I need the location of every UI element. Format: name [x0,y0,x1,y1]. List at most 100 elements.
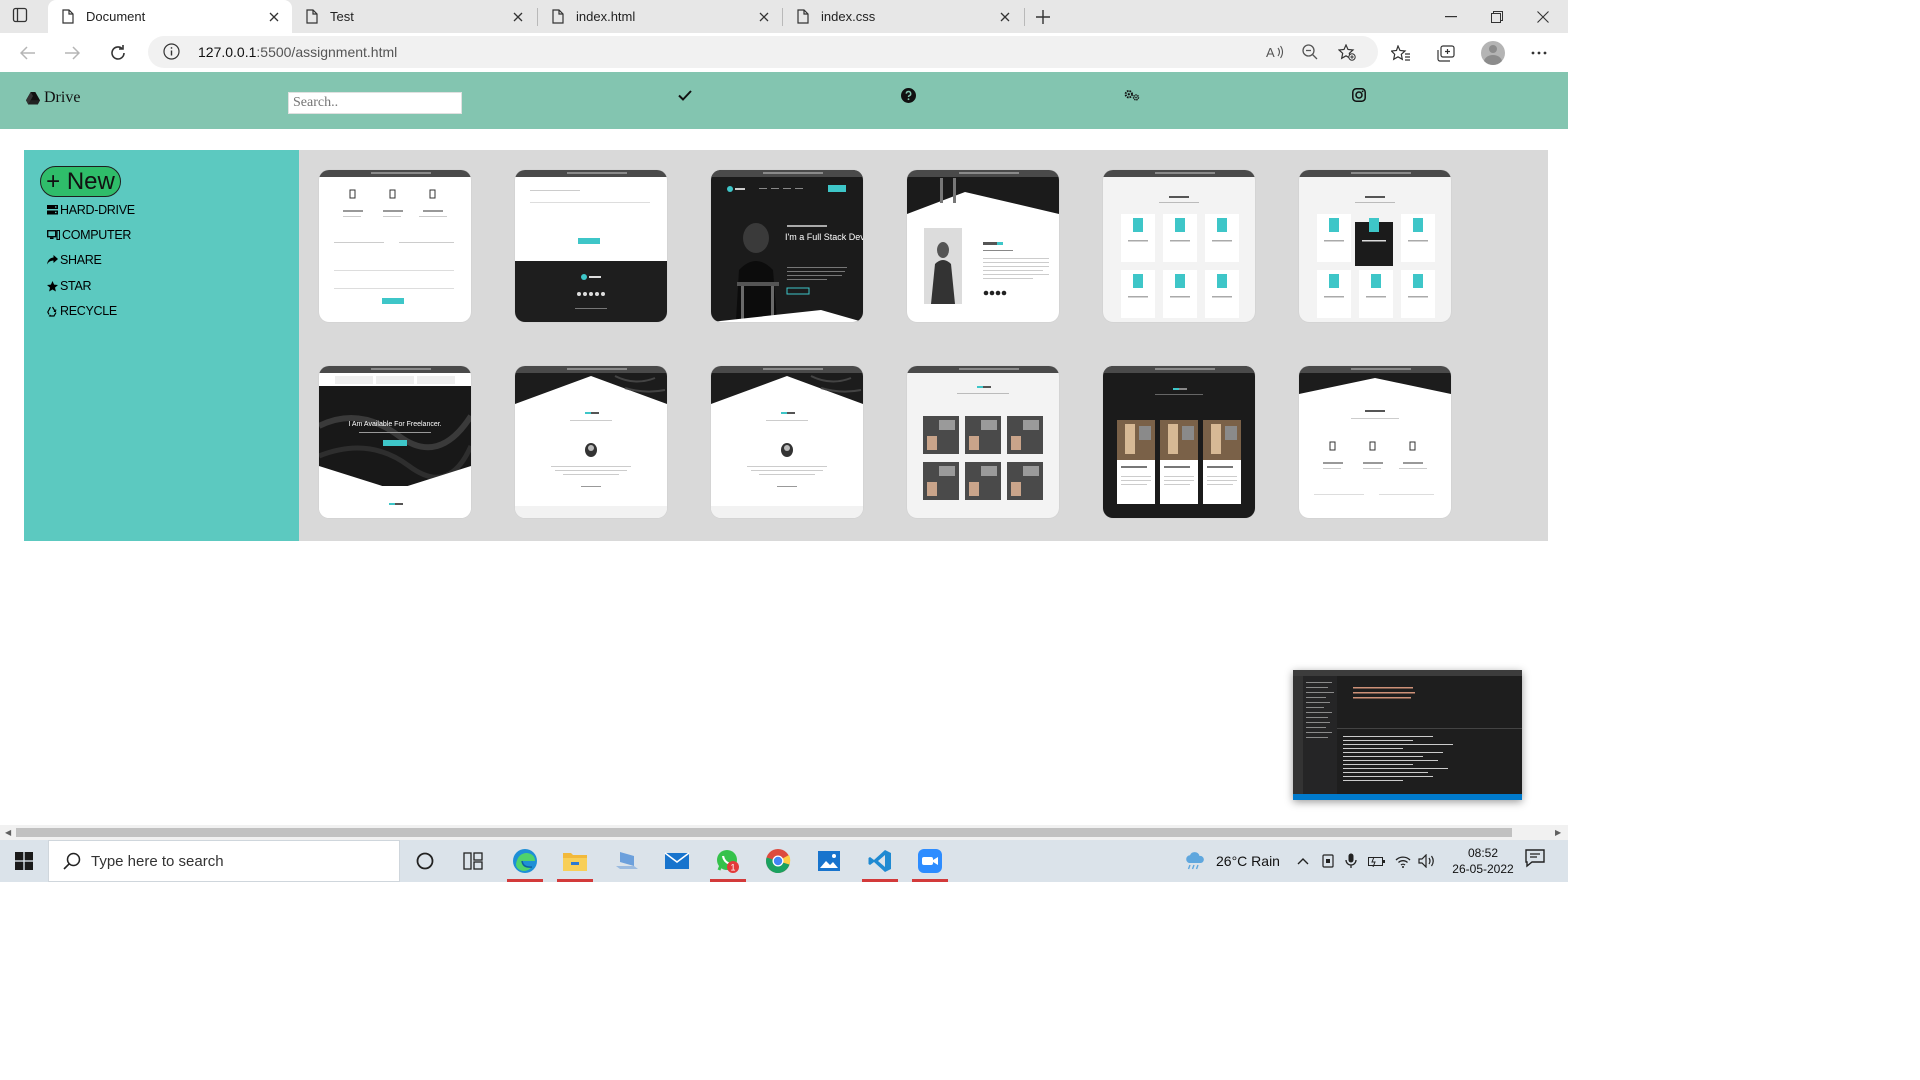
gallery-thumbnail[interactable] [515,366,667,518]
clock-time: 08:52 [1467,846,1499,860]
edge-browser-icon[interactable] [501,840,549,882]
back-icon[interactable] [14,39,42,67]
sidebar-item-recycle[interactable]: RECYCLE [47,302,117,320]
weather-widget[interactable]: 26°C Rain [1184,840,1280,882]
taskbar-search-box[interactable]: Type here to search [48,840,400,882]
favorites-icon[interactable] [1387,39,1415,67]
gears-icon[interactable] [1124,87,1140,103]
restore-icon[interactable] [1474,0,1520,33]
sidebar: + New HARD-DRIVE COMPUTER SHARE STAR REC… [24,150,299,541]
scroll-right-icon[interactable]: ▶ [1555,828,1561,837]
tab-close-icon[interactable] [506,5,530,29]
sidebar-item-label: SHARE [60,253,102,267]
close-window-icon[interactable] [1520,0,1566,33]
system-clock[interactable]: 08:52 26-05-2022 [1448,845,1518,877]
tab-actions-icon[interactable] [12,7,36,27]
read-aloud-icon[interactable]: A [1266,44,1284,65]
sidebar-item-computer[interactable]: COMPUTER [47,226,131,244]
minimize-icon[interactable] [1428,0,1474,33]
tab-title: index.html [576,9,636,24]
gallery-thumbnail[interactable] [1103,366,1255,518]
show-hidden-icons[interactable] [1297,840,1309,882]
svg-text:A: A [1266,45,1275,60]
new-tab-icon[interactable] [1030,4,1056,30]
document-icon [306,9,318,24]
search-input[interactable] [288,92,462,114]
tab-close-icon[interactable] [752,5,776,29]
sidebar-item-hard-drive[interactable]: HARD-DRIVE [47,201,135,219]
question-circle-icon[interactable] [900,87,916,103]
check-icon[interactable] [677,87,693,103]
gallery-thumbnail[interactable] [515,170,667,322]
scroll-left-icon[interactable]: ◀ [5,828,11,837]
new-button[interactable]: + New [40,166,121,197]
rain-cloud-icon [1186,852,1204,870]
scrollbar-thumb[interactable] [16,828,1512,837]
wifi-icon[interactable] [1395,840,1411,882]
zoom-app-icon[interactable] [906,840,954,882]
refresh-icon[interactable] [104,39,132,67]
sidebar-item-label: RECYCLE [60,304,117,318]
cortana-icon[interactable] [401,840,449,882]
star-icon [47,280,58,291]
site-info-icon[interactable] [163,43,180,65]
gallery-thumbnail[interactable] [1299,366,1451,518]
battery-icon[interactable] [1368,840,1386,882]
tab-close-icon[interactable] [993,5,1017,29]
volume-icon[interactable] [1418,840,1436,882]
device-icon[interactable] [1321,840,1335,882]
recycle-icon [47,306,57,317]
zoom-out-icon[interactable] [1302,44,1318,65]
window-preview[interactable] [1293,670,1522,800]
tab-separator [1024,8,1025,26]
gallery-thumbnail[interactable]: I Am Available For Freelancer. [319,366,471,518]
chrome-icon[interactable] [754,840,802,882]
gallery-thumbnail[interactable] [1299,170,1451,322]
tab-index-html[interactable]: index.html [538,0,782,33]
windows-start-icon[interactable] [0,840,48,882]
brand-logo[interactable]: Drive [26,89,80,107]
horizontal-scrollbar[interactable]: ◀ ▶ [0,825,1568,840]
sidebar-item-share[interactable]: SHARE [47,251,102,269]
profile-avatar[interactable] [1479,39,1507,67]
tab-title: Test [330,9,354,24]
vscode-icon[interactable] [856,840,904,882]
document-icon [62,9,74,24]
clock-date: 26-05-2022 [1452,862,1514,876]
forward-icon[interactable] [58,39,86,67]
more-menu-icon[interactable] [1525,39,1553,67]
windows-taskbar: Type here to search 1 26°C Rain 08:52 26… [0,840,1568,882]
gallery-thumbnail[interactable]: I'm a Full Stack Developer [711,170,863,322]
hero-headline: I'm a Full Stack Developer [785,232,863,242]
task-view-icon[interactable] [449,840,497,882]
freelancer-headline: I Am Available For Freelancer. [348,421,441,428]
gallery-thumbnail[interactable] [907,366,1059,518]
address-bar[interactable]: 127.0.0.1:5500/assignment.html A [148,36,1378,68]
instagram-icon[interactable] [1351,87,1367,103]
tab-document[interactable]: Document [48,0,292,33]
tab-close-icon[interactable] [262,5,286,29]
whatsapp-icon[interactable]: 1 [704,840,752,882]
sidebar-item-label: STAR [60,279,92,293]
notification-center-icon[interactable] [1524,848,1548,872]
computer-icon [47,230,60,240]
tab-index-css[interactable]: index.css [783,0,1023,33]
microphone-icon[interactable] [1345,840,1357,882]
gallery-thumbnail[interactable] [319,170,471,322]
document-icon [552,9,564,24]
sidebar-item-star[interactable]: STAR [47,277,92,295]
add-favorite-icon[interactable] [1337,43,1356,66]
gallery-thumbnail[interactable] [907,170,1059,322]
browser-toolbar: 127.0.0.1:5500/assignment.html A [0,33,1568,72]
mail-icon[interactable] [653,840,701,882]
collections-icon[interactable] [1432,39,1460,67]
tab-test[interactable]: Test [292,0,536,33]
taskbar-search-placeholder: Type here to search [91,852,224,870]
gallery-thumbnail[interactable] [711,366,863,518]
laptop-app-icon[interactable] [603,840,651,882]
gallery-thumbnail[interactable] [1103,170,1255,322]
url-host: 127.0.0.1 [198,44,257,60]
file-explorer-icon[interactable] [551,840,599,882]
photos-icon[interactable] [805,840,853,882]
sidebar-item-label: COMPUTER [62,228,132,242]
